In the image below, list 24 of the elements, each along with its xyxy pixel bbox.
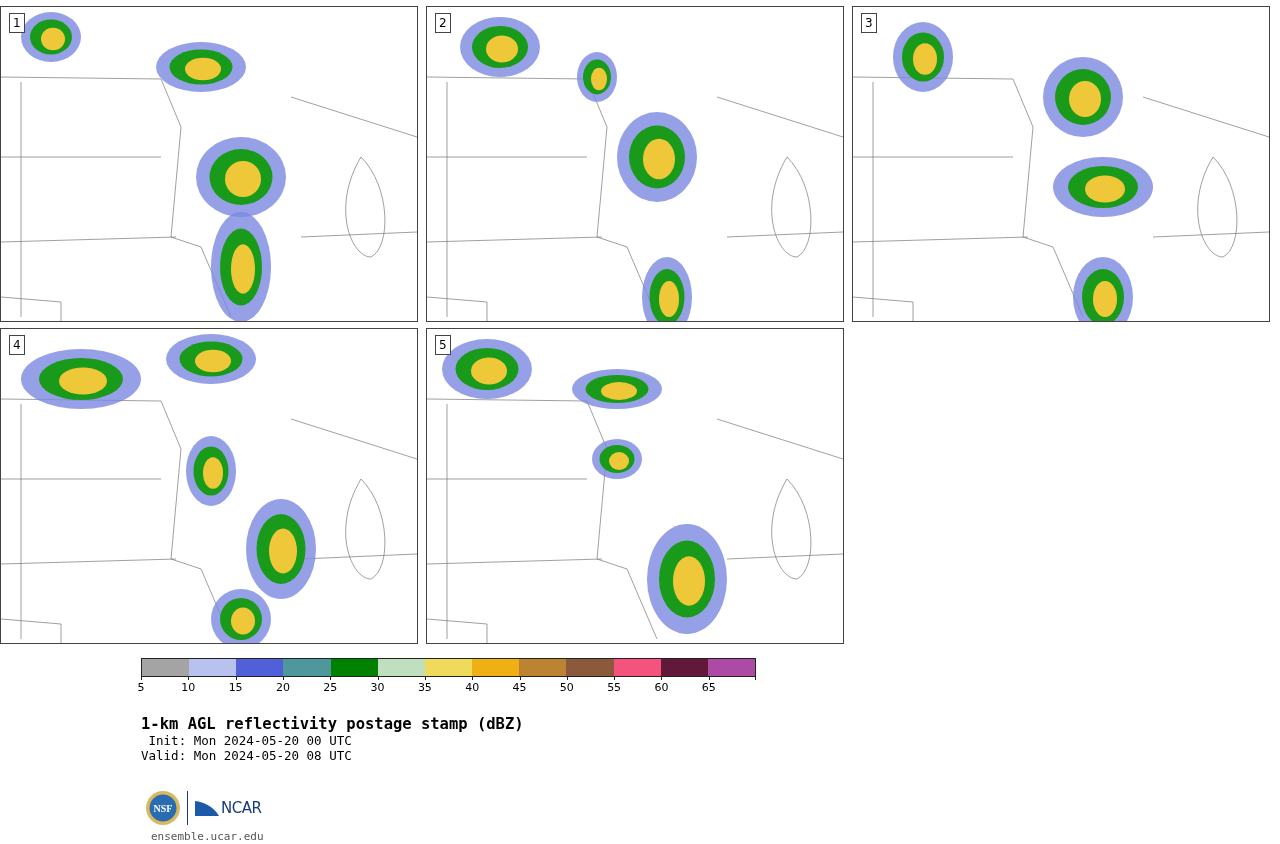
valid-time: Valid: Mon 2024-05-20 08 UTC <box>141 748 352 763</box>
tick-label: 5 <box>137 681 145 694</box>
ncar-logo: NCAR <box>194 799 262 817</box>
panel-number: 4 <box>9 335 25 355</box>
tick-label: 55 <box>607 681 622 694</box>
tick-label: 50 <box>559 681 574 694</box>
tick-label: 25 <box>323 681 338 694</box>
panel-number: 3 <box>861 13 877 33</box>
tick-label: 10 <box>181 681 196 694</box>
tick-label: 20 <box>275 681 290 694</box>
panel-number: 5 <box>435 335 451 355</box>
tick-label: 40 <box>465 681 480 694</box>
site-url: ensemble.ucar.edu <box>151 830 264 843</box>
tick-label: 65 <box>701 681 716 694</box>
tick-label: 15 <box>228 681 243 694</box>
nsf-logo: NSF <box>145 790 181 826</box>
panel-number: 2 <box>435 13 451 33</box>
tick-label: 45 <box>512 681 527 694</box>
tick-label: 35 <box>417 681 432 694</box>
tick-label: 30 <box>370 681 385 694</box>
panel-number: 1 <box>9 13 25 33</box>
chart-title: 1-km AGL reflectivity postage stamp (dBZ) <box>141 715 524 733</box>
tick-label: 60 <box>654 681 669 694</box>
init-time: Init: Mon 2024-05-20 00 UTC <box>147 733 352 748</box>
